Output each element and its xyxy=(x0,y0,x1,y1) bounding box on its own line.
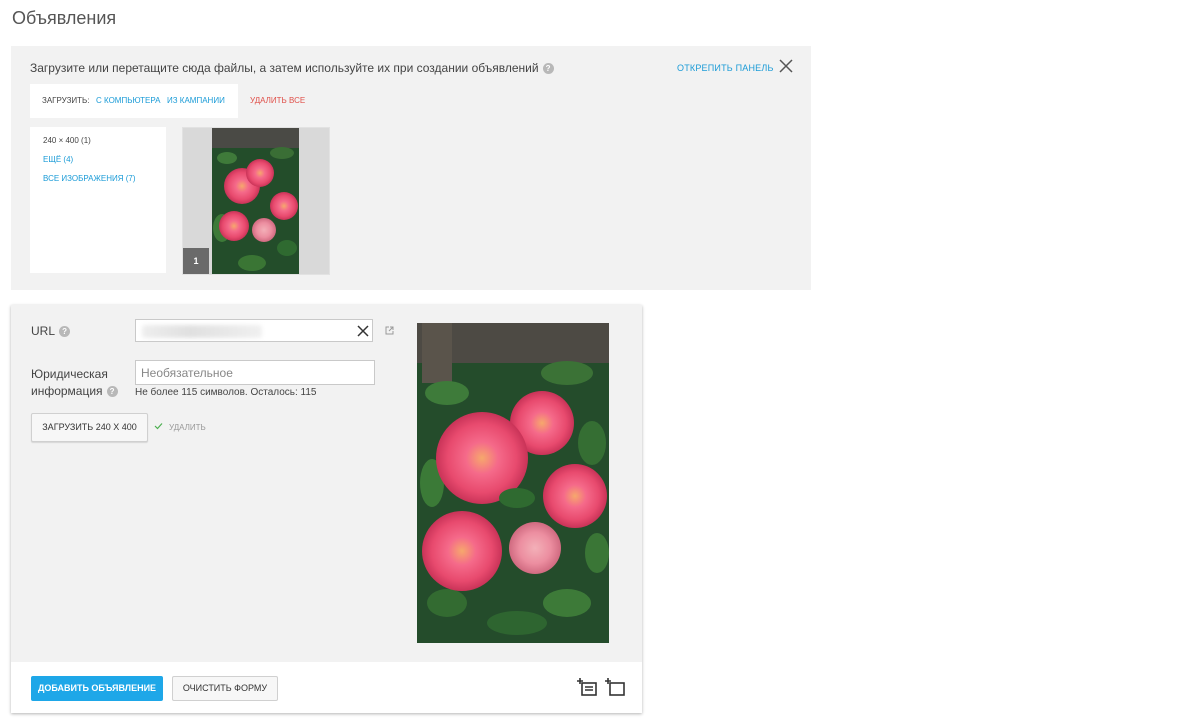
upload-image-button[interactable]: ЗАГРУЗИТЬ 240 X 400 xyxy=(31,413,148,442)
url-label-text: URL xyxy=(31,324,56,338)
close-icon[interactable] xyxy=(777,57,795,75)
upload-hint-text: Загрузите или перетащите сюда файлы, а з… xyxy=(30,61,539,75)
ad-preview-image xyxy=(417,323,609,643)
add-text-ad-icon[interactable] xyxy=(576,677,598,699)
form-footer: ДОБАВИТЬ ОБЪЯВЛЕНИЕ ОЧИСТИТЬ ФОРМУ xyxy=(11,662,642,713)
legal-label-line1: Юридическая xyxy=(31,367,108,381)
ad-form: URL? Юридическая информация? Не более 11… xyxy=(11,305,642,713)
check-icon xyxy=(154,423,163,430)
legal-info-input[interactable] xyxy=(135,360,375,385)
filter-all-images-link[interactable]: ВСЕ ИЗОБРАЖЕНИЯ (7) xyxy=(43,174,136,183)
close-icon[interactable] xyxy=(356,324,370,338)
upload-label: ЗАГРУЗИТЬ: xyxy=(42,96,90,105)
char-limit-hint: Не более 115 символов. Осталось: 115 xyxy=(135,387,317,398)
delete-all-link[interactable]: УДАЛИТЬ ВСЕ xyxy=(250,96,305,105)
unpin-panel-link[interactable]: ОТКРЕПИТЬ ПАНЕЛЬ xyxy=(677,63,774,73)
external-link-icon[interactable] xyxy=(385,326,394,335)
upload-from-campaign-link[interactable]: ИЗ КАМПАНИИ xyxy=(167,96,225,105)
upload-hint: Загрузите или перетащите сюда файлы, а з… xyxy=(30,61,554,75)
url-label: URL? xyxy=(31,324,71,338)
blurred-url-value xyxy=(142,325,262,338)
thumbnail-index-badge: 1 xyxy=(183,248,209,274)
image-filter-list: 240 × 400 (1) ЕЩЁ (4) ВСЕ ИЗОБРАЖЕНИЯ (7… xyxy=(30,127,166,273)
legal-label-line2: информация xyxy=(31,384,103,398)
clear-form-button[interactable]: ОЧИСТИТЬ ФОРМУ xyxy=(172,676,278,701)
question-icon[interactable]: ? xyxy=(106,386,118,398)
upload-from-computer-link[interactable]: С КОМПЬЮТЕРА xyxy=(96,96,160,105)
question-icon[interactable]: ? xyxy=(59,326,71,338)
filter-size-item[interactable]: 240 × 400 (1) xyxy=(43,136,91,145)
legal-info-label: Юридическая информация? xyxy=(31,366,118,400)
add-image-ad-icon[interactable] xyxy=(604,677,626,699)
upload-source-bar: ЗАГРУЗИТЬ: С КОМПЬЮТЕРА ИЗ КАМПАНИИ xyxy=(30,84,238,118)
delete-image-link[interactable]: УДАЛИТЬ xyxy=(169,423,206,432)
page-title: Объявления xyxy=(12,8,117,28)
filter-more-link[interactable]: ЕЩЁ (4) xyxy=(43,155,73,164)
question-icon[interactable]: ? xyxy=(542,63,554,75)
url-input[interactable] xyxy=(135,319,373,342)
image-thumbnail[interactable]: 1 xyxy=(182,127,330,275)
upload-panel: Загрузите или перетащите сюда файлы, а з… xyxy=(11,46,811,290)
rose-thumbnail-image xyxy=(212,128,299,274)
add-ad-button[interactable]: ДОБАВИТЬ ОБЪЯВЛЕНИЕ xyxy=(31,676,163,701)
